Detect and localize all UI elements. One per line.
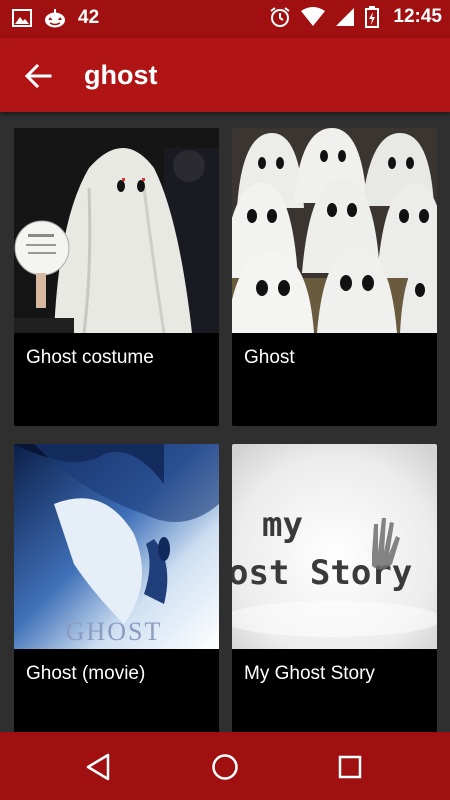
alarm-icon xyxy=(270,7,290,27)
image-icon xyxy=(12,9,32,27)
results-grid: Ghost costume Ghost GHOST Ghost (movie) … xyxy=(0,112,450,732)
back-button[interactable] xyxy=(20,58,56,94)
ghost-movie-poster-image: GHOST xyxy=(14,444,219,649)
result-card-ghost[interactable]: Ghost xyxy=(232,128,437,426)
my-ghost-story-title-image: my ost Story xyxy=(232,444,437,649)
pumpkin-icon xyxy=(45,9,65,28)
circle-home-icon xyxy=(212,754,238,780)
page-title: ghost xyxy=(84,60,158,90)
nav-recents-button[interactable] xyxy=(333,750,367,784)
result-card-label: My Ghost Story xyxy=(244,663,375,684)
app-bar: ghost xyxy=(0,38,450,112)
wifi-icon xyxy=(301,7,326,26)
nav-home-button[interactable] xyxy=(208,750,242,784)
cell-signal-icon xyxy=(336,8,355,26)
battery-icon xyxy=(365,6,380,28)
svg-text:GHOST: GHOST xyxy=(66,617,163,646)
navigation-bar xyxy=(0,732,450,800)
result-card-ghost-movie[interactable]: GHOST Ghost (movie) xyxy=(14,444,219,732)
ghost-costume-image xyxy=(14,128,219,333)
result-card-ghost-costume[interactable]: Ghost costume xyxy=(14,128,219,426)
clock: 12:45 xyxy=(393,6,442,27)
svg-text:my: my xyxy=(262,505,303,545)
result-card-label: Ghost xyxy=(244,347,295,368)
nav-back-button[interactable] xyxy=(82,750,116,784)
ghost-rows-image xyxy=(232,128,437,333)
result-card-my-ghost-story[interactable]: my ost Story My Ghost Story xyxy=(232,444,437,732)
result-card-label: Ghost (movie) xyxy=(26,663,146,684)
status-bar: 42 12:45 xyxy=(0,0,450,38)
arrow-back-icon xyxy=(24,63,52,89)
square-recents-icon xyxy=(338,755,362,779)
triangle-back-icon xyxy=(86,753,110,781)
result-card-label: Ghost costume xyxy=(26,347,154,368)
notification-count: 42 xyxy=(78,7,100,28)
